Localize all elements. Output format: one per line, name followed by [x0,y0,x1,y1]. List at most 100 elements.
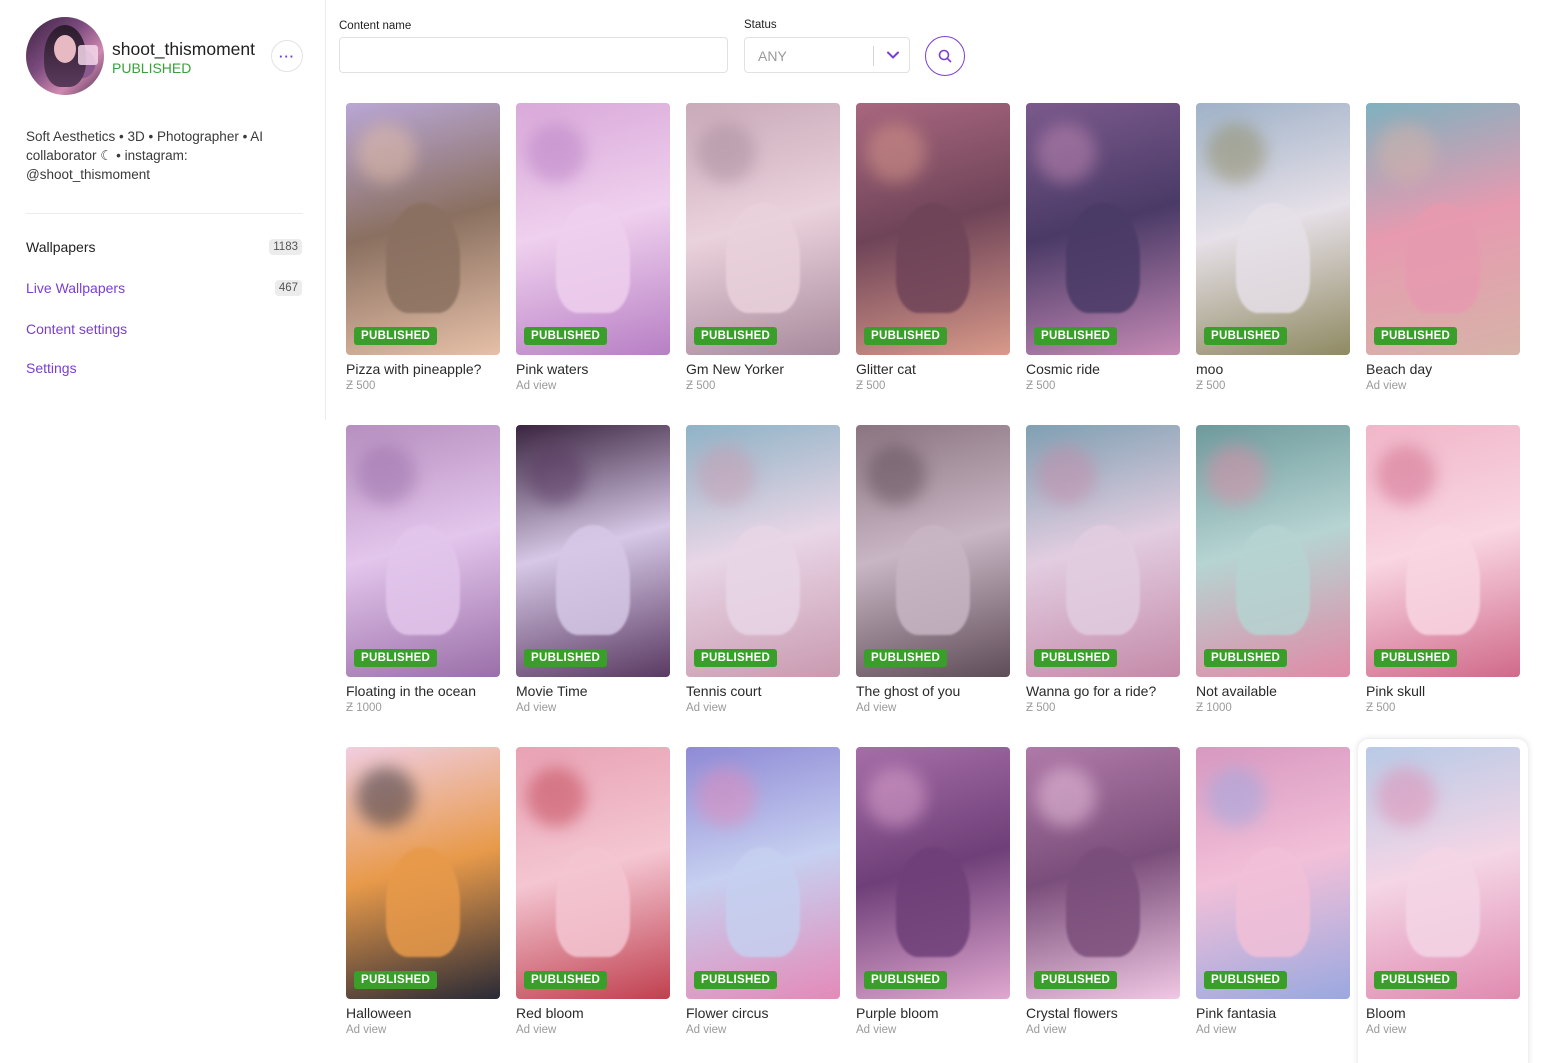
wallpaper-card[interactable]: PUBLISHED Floating in the ocean Ƶ 1000 [346,425,500,747]
wallpaper-card[interactable]: PUBLISHED Bloom Ad view [1366,747,1520,1063]
thumbnail-subject-shape [726,847,800,957]
wallpaper-thumbnail[interactable]: PUBLISHED [1366,425,1520,677]
wallpaper-thumbnail[interactable]: PUBLISHED [516,103,670,355]
status-label: Status [744,19,777,31]
wallpaper-card[interactable]: PUBLISHED Tennis court Ad view [686,425,840,747]
search-button[interactable] [925,36,965,76]
sidebar-item-wallpapers[interactable]: Wallpapers [26,239,96,255]
thumbnail-subject-shape [726,203,800,313]
wallpaper-thumbnail[interactable]: PUBLISHED [516,747,670,999]
wallpaper-card[interactable]: PUBLISHED Wanna go for a ride? Ƶ 500 [1026,425,1180,747]
wallpaper-thumbnail[interactable]: PUBLISHED [1026,747,1180,999]
wallpaper-card[interactable]: PUBLISHED Pink skull Ƶ 500 [1366,425,1520,747]
wallpaper-thumbnail[interactable]: PUBLISHED [1366,747,1520,999]
thumbnail-subject-shape [1406,203,1480,313]
wallpaper-price: Ad view [516,702,557,714]
wallpaper-card[interactable]: PUBLISHED Gm New Yorker Ƶ 500 [686,103,840,425]
wallpaper-title[interactable]: Pizza with pineapple? [346,361,481,377]
thumbnail-glow-shape [1376,123,1436,183]
wallpaper-card[interactable]: PUBLISHED Pizza with pineapple? Ƶ 500 [346,103,500,425]
wallpaper-card[interactable]: PUBLISHED Glitter cat Ƶ 500 [856,103,1010,425]
wallpaper-title[interactable]: Movie Time [516,683,588,699]
thumbnail-subject-shape [1066,525,1140,635]
wallpaper-price: Ad view [1196,1024,1237,1036]
wallpaper-card[interactable]: PUBLISHED Red bloom Ad view [516,747,670,1063]
thumbnail-glow-shape [696,123,756,183]
wallpaper-thumbnail[interactable]: PUBLISHED [686,747,840,999]
wallpaper-title[interactable]: Wanna go for a ride? [1026,683,1156,699]
wallpaper-thumbnail[interactable]: PUBLISHED [1196,103,1350,355]
wallpaper-card[interactable]: PUBLISHED Flower circus Ad view [686,747,840,1063]
thumbnail-glow-shape [526,123,586,183]
wallpaper-card[interactable]: PUBLISHED Purple bloom Ad view [856,747,1010,1063]
ellipsis-icon: ··· [279,48,295,64]
wallpaper-title[interactable]: Red bloom [516,1005,584,1021]
wallpaper-thumbnail[interactable]: PUBLISHED [346,103,500,355]
wallpaper-title[interactable]: Pink waters [516,361,588,377]
wallpaper-thumbnail[interactable]: PUBLISHED [856,425,1010,677]
wallpaper-card[interactable]: PUBLISHED Beach day Ad view [1366,103,1520,425]
wallpaper-title[interactable]: Beach day [1366,361,1432,377]
wallpaper-thumbnail[interactable]: PUBLISHED [516,425,670,677]
wallpaper-thumbnail[interactable]: PUBLISHED [856,103,1010,355]
sidebar-divider [26,213,303,214]
thumbnail-subject-shape [556,847,630,957]
sidebar-item-live-wallpapers[interactable]: Live Wallpapers [26,280,125,296]
wallpaper-thumbnail[interactable]: PUBLISHED [686,425,840,677]
thumbnail-glow-shape [866,445,926,505]
wallpaper-title[interactable]: Purple bloom [856,1005,939,1021]
wallpaper-title[interactable]: Pink fantasia [1196,1005,1276,1021]
wallpaper-price: Ad view [686,1024,727,1036]
thumbnail-glow-shape [1206,445,1266,505]
wallpaper-thumbnail[interactable]: PUBLISHED [1366,103,1520,355]
wallpaper-title[interactable]: Gm New Yorker [686,361,784,377]
published-badge: PUBLISHED [524,649,608,667]
wallpaper-title[interactable]: Tennis court [686,683,761,699]
wallpaper-card[interactable]: PUBLISHED moo Ƶ 500 [1196,103,1350,425]
wallpaper-title[interactable]: Flower circus [686,1005,768,1021]
wallpaper-thumbnail[interactable]: PUBLISHED [346,747,500,999]
wallpaper-thumbnail[interactable]: PUBLISHED [1026,103,1180,355]
wallpaper-title[interactable]: Bloom [1366,1005,1406,1021]
status-select-value: ANY [758,48,787,64]
chevron-down-icon[interactable] [885,47,901,63]
thumbnail-subject-shape [386,847,460,957]
content-name-input[interactable] [339,37,728,73]
wallpaper-card[interactable]: PUBLISHED Movie Time Ad view [516,425,670,747]
more-options-button[interactable]: ··· [271,40,303,72]
avatar-sign [78,45,98,65]
sidebar: shoot_thismoment PUBLISHED ··· Soft Aest… [0,0,326,420]
avatar[interactable] [26,17,104,95]
wallpaper-title[interactable]: Pink skull [1366,683,1425,699]
wallpaper-title[interactable]: Cosmic ride [1026,361,1100,377]
sidebar-item-settings[interactable]: Settings [26,360,77,376]
wallpaper-card[interactable]: PUBLISHED Crystal flowers Ad view [1026,747,1180,1063]
wallpaper-title[interactable]: Glitter cat [856,361,916,377]
wallpaper-thumbnail[interactable]: PUBLISHED [1026,425,1180,677]
wallpaper-thumbnail[interactable]: PUBLISHED [346,425,500,677]
wallpaper-card[interactable]: PUBLISHED The ghost of you Ad view [856,425,1010,747]
wallpaper-title[interactable]: Halloween [346,1005,411,1021]
wallpaper-price: Ad view [346,1024,387,1036]
thumbnail-glow-shape [1036,123,1096,183]
status-select[interactable]: ANY [744,37,910,73]
profile-bio: Soft Aesthetics • 3D • Photographer • AI… [26,129,264,182]
wallpaper-title[interactable]: Crystal flowers [1026,1005,1118,1021]
wallpaper-title[interactable]: Not available [1196,683,1277,699]
wallpaper-title[interactable]: moo [1196,361,1223,377]
wallpaper-thumbnail[interactable]: PUBLISHED [686,103,840,355]
wallpaper-title[interactable]: The ghost of you [856,683,960,699]
wallpaper-card[interactable]: PUBLISHED Halloween Ad view [346,747,500,1063]
wallpaper-thumbnail[interactable]: PUBLISHED [856,747,1010,999]
wallpaper-card[interactable]: PUBLISHED Not available Ƶ 1000 [1196,425,1350,747]
sidebar-item-content-settings[interactable]: Content settings [26,321,127,337]
wallpaper-card[interactable]: PUBLISHED Pink fantasia Ad view [1196,747,1350,1063]
thumbnail-glow-shape [1206,767,1266,827]
wallpaper-price: Ƶ 500 [686,380,716,392]
wallpaper-thumbnail[interactable]: PUBLISHED [1196,425,1350,677]
wallpaper-card[interactable]: PUBLISHED Pink waters Ad view [516,103,670,425]
wallpaper-card[interactable]: PUBLISHED Cosmic ride Ƶ 500 [1026,103,1180,425]
wallpaper-thumbnail[interactable]: PUBLISHED [1196,747,1350,999]
published-badge: PUBLISHED [1034,649,1118,667]
wallpaper-title[interactable]: Floating in the ocean [346,683,476,699]
